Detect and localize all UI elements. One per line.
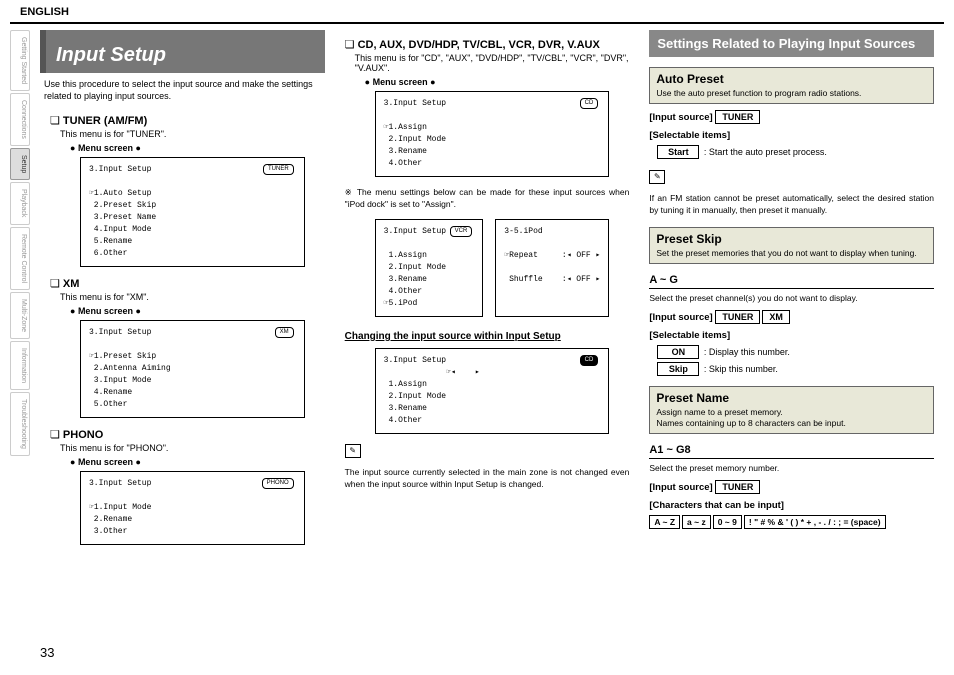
tuner-menu-label: Menu screen bbox=[70, 143, 325, 153]
xm-badge: XM bbox=[275, 327, 294, 338]
ap-selectable-label: [Selectable items] bbox=[649, 130, 730, 141]
multi-source-desc: This menu is for "CD", "AUX", "DVD/HDP",… bbox=[355, 53, 630, 73]
xm-screen: XM3.Input Setup ☞1.Preset Skip 2.Antenna… bbox=[80, 320, 305, 418]
language-label: ENGLISH bbox=[10, 6, 69, 18]
ap-note: If an FM station cannot be preset automa… bbox=[649, 193, 934, 217]
ps-desc: Set the preset memories that you do not … bbox=[656, 248, 927, 259]
note-icon: ✎ bbox=[649, 170, 665, 184]
note-icon: ✎ bbox=[345, 444, 361, 458]
tab-multi-zone[interactable]: Multi-Zone bbox=[10, 292, 30, 339]
ap-input-source: [Input source] TUNER bbox=[649, 110, 934, 124]
preset-skip-box: Preset Skip Set the preset memories that… bbox=[649, 227, 934, 264]
ps-xm-pill: XM bbox=[762, 310, 790, 324]
auto-preset-desc: Use the auto preset function to program … bbox=[656, 88, 927, 99]
xm-menu-label: Menu screen bbox=[70, 306, 325, 316]
column-right: Settings Related to Playing Input Source… bbox=[649, 30, 934, 645]
ps-on-row: ON : Display this number. bbox=[657, 345, 934, 359]
ps-selectable-label: [Selectable items] bbox=[649, 330, 730, 341]
cd-badge: CD bbox=[580, 98, 599, 109]
ps-tuner-pill: TUNER bbox=[715, 310, 760, 324]
tuner-heading: TUNER (AM/FM) bbox=[50, 114, 325, 127]
pn-tuner-pill: TUNER bbox=[715, 480, 760, 494]
change-input-heading: Changing the input source within Input S… bbox=[345, 331, 630, 342]
xm-desc: This menu is for "XM". bbox=[60, 292, 325, 302]
ps-on-pill: ON bbox=[657, 345, 699, 359]
pn-title: Preset Name bbox=[656, 391, 927, 405]
phono-desc: This menu is for "PHONO". bbox=[60, 443, 325, 453]
pn-c2: a ~ z bbox=[682, 515, 711, 529]
tab-setup[interactable]: Setup bbox=[10, 148, 30, 180]
phono-screen: PHONO3.Input Setup ☞1.Input Mode 2.Renam… bbox=[80, 471, 305, 545]
tuner-screen: TUNER3.Input Setup ☞1.Auto Setup 2.Prese… bbox=[80, 157, 305, 267]
preset-name-box: Preset Name Assign name to a preset memo… bbox=[649, 386, 934, 434]
page-number: 33 bbox=[40, 645, 54, 660]
ps-skip-pill: Skip bbox=[657, 362, 699, 376]
ipod-screen: 3-5.iPod ☞Repeat :◂ OFF ▸ Shuffle :◂ OFF… bbox=[495, 219, 609, 317]
tab-playback[interactable]: Playback bbox=[10, 182, 30, 224]
tab-getting-started[interactable]: Getting Started bbox=[10, 30, 30, 91]
phono-badge: PHONO bbox=[262, 478, 294, 489]
pn-range-desc: Select the preset memory number. bbox=[649, 463, 934, 474]
tuner-desc: This menu is for "TUNER". bbox=[60, 129, 325, 139]
settings-header: Settings Related to Playing Input Source… bbox=[649, 30, 934, 57]
change-badge: CD bbox=[580, 355, 599, 366]
intro-text: Use this procedure to select the input s… bbox=[44, 79, 325, 102]
tab-information[interactable]: Information bbox=[10, 341, 30, 390]
multi-source-heading: CD, AUX, DVD/HDP, TV/CBL, VCR, DVR, V.AU… bbox=[345, 38, 630, 51]
ps-range: A ~ G bbox=[649, 274, 934, 289]
ap-start-row: Start : Start the auto preset process. bbox=[657, 145, 934, 159]
tab-remote-control[interactable]: Remote Control bbox=[10, 227, 30, 290]
column-left: Input Setup Use this procedure to select… bbox=[40, 30, 325, 645]
pn-desc: Assign name to a preset memory. Names co… bbox=[656, 407, 927, 429]
pn-c3: 0 ~ 9 bbox=[713, 515, 742, 529]
xm-heading: XM bbox=[50, 277, 325, 290]
ps-range-desc: Select the preset channel(s) you do not … bbox=[649, 293, 934, 304]
pn-chars-label: [Characters that can be input] bbox=[649, 500, 784, 511]
vcr-screen: VCR3.Input Setup 1.Assign 2.Input Mode 3… bbox=[375, 219, 484, 317]
ap-start-pill: Start bbox=[657, 145, 699, 159]
vcr-badge: VCR bbox=[450, 226, 473, 237]
ps-skip-row: Skip : Skip this number. bbox=[657, 362, 934, 376]
cd-screen: CD3.Input Setup ☞1.Assign 2.Input Mode 3… bbox=[375, 91, 610, 177]
auto-preset-title: Auto Preset bbox=[656, 72, 927, 86]
pn-input-source: [Input source] TUNER bbox=[649, 480, 934, 494]
page-title: Input Setup bbox=[40, 30, 325, 73]
side-nav: Getting Started Connections Setup Playba… bbox=[10, 30, 30, 456]
pn-c1: A ~ Z bbox=[649, 515, 680, 529]
tab-connections[interactable]: Connections bbox=[10, 93, 30, 146]
column-middle: CD, AUX, DVD/HDP, TV/CBL, VCR, DVR, V.AU… bbox=[345, 30, 630, 645]
pn-c4: ! " # % & ' ( ) * + , - . / : ; = (space… bbox=[744, 515, 886, 529]
pn-range: A1 ~ G8 bbox=[649, 444, 934, 459]
change-screen: CD3.Input Setup ☞◂ ▸ 1.Assign 2.Input Mo… bbox=[375, 348, 610, 434]
auto-preset-box: Auto Preset Use the auto preset function… bbox=[649, 67, 934, 104]
tab-troubleshooting[interactable]: Troubleshooting bbox=[10, 392, 30, 456]
phono-menu-label: Menu screen bbox=[70, 457, 325, 467]
pn-char-boxes: A ~ Za ~ z0 ~ 9! " # % & ' ( ) * + , - .… bbox=[649, 515, 934, 529]
change-note: The input source currently selected in t… bbox=[345, 467, 630, 491]
ps-title: Preset Skip bbox=[656, 232, 927, 246]
ap-tuner-pill: TUNER bbox=[715, 110, 760, 124]
ms-menu-label: Menu screen bbox=[365, 77, 630, 87]
phono-heading: PHONO bbox=[50, 428, 325, 441]
tuner-badge: TUNER bbox=[263, 164, 294, 175]
ps-input-source: [Input source] TUNERXM bbox=[649, 310, 934, 324]
ipod-note: The menu settings below can be made for … bbox=[345, 187, 630, 211]
